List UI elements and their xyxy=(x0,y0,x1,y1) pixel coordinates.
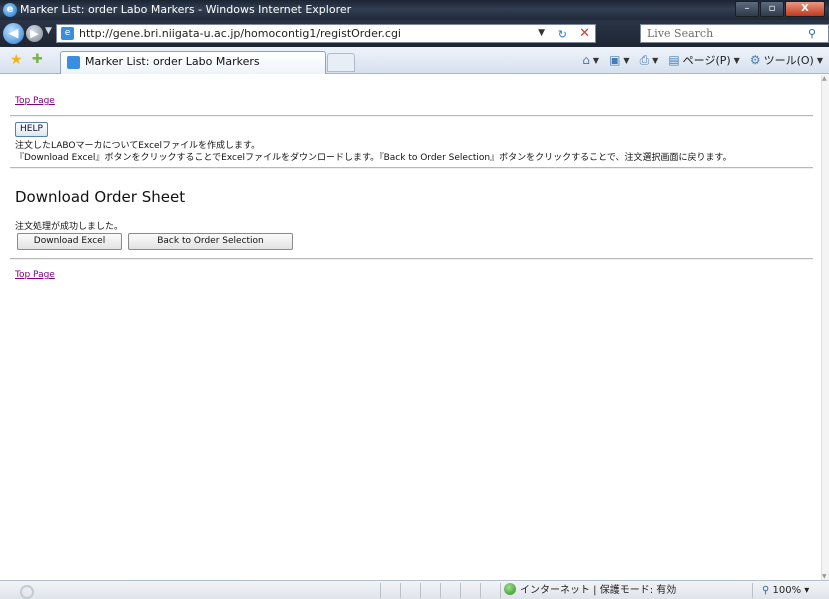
tools-menu[interactable]: ⚙ ツール(O) ▼ xyxy=(750,51,823,70)
tab-label: Marker List: order Labo Markers xyxy=(85,55,260,68)
back-button[interactable]: ◀ xyxy=(3,23,24,44)
page-menu[interactable]: ▤ ページ(P) ▼ xyxy=(668,51,740,70)
scroll-up-icon[interactable]: ▲ xyxy=(822,75,827,82)
page-menu-label: ページ(P) xyxy=(682,54,731,67)
close-button[interactable]: X xyxy=(785,1,825,17)
status-separator xyxy=(420,583,421,598)
search-icon[interactable]: ⚲ xyxy=(808,25,816,42)
url-text[interactable]: http://gene.bri.niigata-u.ac.jp/homocont… xyxy=(79,25,401,42)
description-line-2: 『Download Excel』ボタンをクリックすることでExcelファイルをダ… xyxy=(15,153,732,163)
zoom-control[interactable]: ⚲ 100% ▾ xyxy=(762,583,809,598)
divider xyxy=(10,167,813,169)
window-title: Marker List: order Labo Markers - Window… xyxy=(20,3,352,16)
vertical-scrollbar[interactable]: ▲ ▼ xyxy=(821,75,829,580)
home-icon: ⌂ xyxy=(582,53,590,67)
status-separator xyxy=(500,583,501,598)
forward-button[interactable]: ▶ xyxy=(26,25,43,42)
command-bar: ★ ✚ Marker List: order Labo Markers ⌂ ▼ ▣… xyxy=(0,47,829,74)
print-icon: ⎙ xyxy=(639,53,650,67)
page-icon-cmd: ▤ xyxy=(668,53,680,67)
add-favorites-icon[interactable]: ✚ xyxy=(32,52,43,67)
back-to-order-selection-button[interactable]: Back to Order Selection xyxy=(128,233,293,250)
address-input[interactable]: e http://gene.bri.niigata-u.ac.jp/homoco… xyxy=(56,24,596,43)
top-page-link[interactable]: Top Page xyxy=(15,96,55,106)
search-placeholder: Live Search xyxy=(647,27,714,40)
window-controls: – ▫ X xyxy=(735,1,825,17)
page-dropdown-icon: ▼ xyxy=(733,56,740,65)
print-dropdown-icon: ▼ xyxy=(652,56,659,65)
page-title: Download Order Sheet xyxy=(15,188,186,206)
navigation-bar: ◀ ▶ ▼ e http://gene.bri.niigata-u.ac.jp/… xyxy=(0,20,829,47)
tools-dropdown-icon: ▼ xyxy=(816,56,823,65)
scroll-down-icon[interactable]: ▼ xyxy=(822,573,827,580)
help-button[interactable]: HELP xyxy=(15,122,48,137)
status-message: 注文処理が成功しました。 xyxy=(15,222,124,232)
top-page-link-bottom[interactable]: Top Page xyxy=(15,270,55,280)
home-button[interactable]: ⌂ ▼ xyxy=(582,51,599,70)
new-tab-button[interactable] xyxy=(327,53,355,72)
page-content: Top Page HELP 注文したLABOマーカについてExcelファイルを作… xyxy=(0,75,821,580)
gear-icon: ⚙ xyxy=(749,53,761,67)
status-bar: インターネット | 保護モード: 有効 ⚲ 100% ▾ xyxy=(0,580,829,599)
divider xyxy=(10,258,813,260)
divider xyxy=(10,115,813,117)
address-dropdown-icon[interactable]: ▼ xyxy=(538,25,545,42)
tab-page-icon xyxy=(67,56,80,69)
ie-logo-icon: e xyxy=(3,3,17,17)
tools-menu-label: ツール(O) xyxy=(763,54,814,67)
zoom-level: 100% xyxy=(772,585,802,596)
security-zone[interactable]: インターネット | 保護モード: 有効 xyxy=(504,583,676,598)
search-input[interactable]: Live Search ⚲ xyxy=(640,24,829,43)
zone-text: インターネット | 保護モード: 有効 xyxy=(520,585,677,596)
status-separator xyxy=(440,583,441,598)
minimize-button[interactable]: – xyxy=(735,1,759,17)
window-title-bar: e Marker List: order Labo Markers - Wind… xyxy=(0,0,829,20)
status-separator xyxy=(400,583,401,598)
favorites-star-icon[interactable]: ★ xyxy=(10,52,23,68)
status-separator xyxy=(752,583,753,598)
refresh-icon[interactable]: ↻ xyxy=(558,26,567,43)
status-separator xyxy=(460,583,461,598)
globe-icon xyxy=(504,583,516,595)
command-buttons: ⌂ ▼ ▣ ▼ ⎙ ▼ ▤ ページ(P) ▼ ⚙ ツール(O) ▼ xyxy=(582,51,823,70)
stop-icon[interactable]: ✕ xyxy=(579,25,590,42)
download-excel-button[interactable]: Download Excel xyxy=(17,233,122,250)
feeds-dropdown-icon: ▼ xyxy=(623,56,630,65)
tab-marker-list[interactable]: Marker List: order Labo Markers xyxy=(60,51,326,74)
home-dropdown-icon: ▼ xyxy=(592,56,600,65)
page-icon: e xyxy=(61,27,74,40)
maximize-button[interactable]: ▫ xyxy=(760,1,784,17)
status-separator xyxy=(380,583,381,598)
history-dropdown-icon[interactable]: ▼ xyxy=(45,26,52,36)
feeds-icon: ▣ xyxy=(609,53,621,67)
status-separator xyxy=(480,583,481,598)
feeds-button[interactable]: ▣ ▼ xyxy=(609,51,630,70)
print-button[interactable]: ⎙ ▼ xyxy=(640,51,659,70)
zoom-icon: ⚲ xyxy=(762,585,770,596)
loading-icon xyxy=(20,585,34,599)
